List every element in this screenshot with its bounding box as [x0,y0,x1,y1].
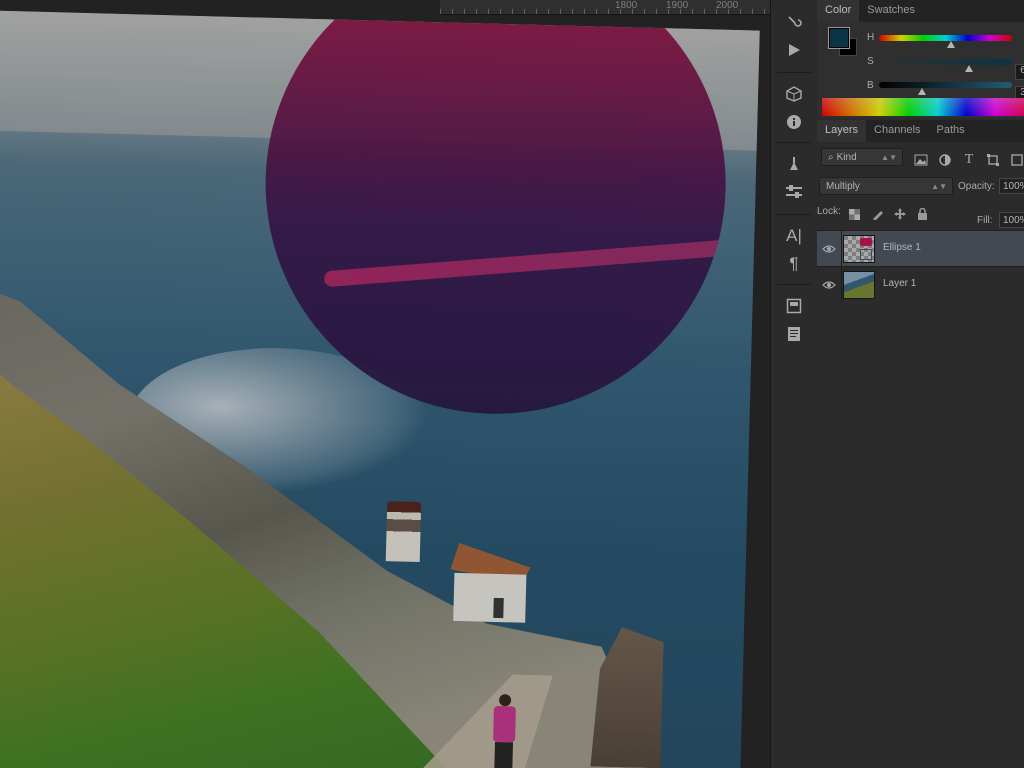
ellipse-streak [323,238,732,288]
toolbar-separator [777,142,811,143]
lock-image-icon[interactable] [871,207,885,221]
layer-name[interactable]: Ellipse 1 [883,242,921,253]
hue-slider-handle[interactable] [946,41,955,48]
visibility-eye-icon[interactable] [817,267,842,302]
layers-panel-tabs: Layers Channels Paths [817,120,1024,142]
smart-object-filter-icon[interactable] [1009,152,1024,168]
color-spectrum-ramp[interactable] [822,98,1024,116]
brush-presets-icon[interactable] [782,152,806,176]
document-canvas-area[interactable]: 1800 1900 2000 [0,0,770,768]
shape-filter-icon[interactable] [985,152,1001,168]
layer-thumbnail-photo[interactable] [843,271,875,299]
lock-position-icon[interactable] [893,207,907,221]
tab-color[interactable]: Color [817,0,860,22]
tab-layers[interactable]: Layers [817,120,867,142]
blend-mode-value: Multiply [826,180,860,192]
color-panel: Color Swatches H S 6 B 3 [817,0,1024,118]
layer-thumbnail-ellipse[interactable] [843,235,875,263]
house-wall [453,572,527,623]
fill-label: Fill: [977,215,993,226]
lighthouse [385,501,422,562]
fill-field[interactable]: 100% [999,212,1024,228]
hue-label: H [867,32,875,43]
history-brush-icon[interactable] [782,10,806,34]
foreground-color-swatch[interactable] [828,27,850,49]
opacity-field[interactable]: 100% [999,178,1024,194]
tab-swatches[interactable]: Swatches [859,0,923,22]
brightness-label: B [867,80,874,91]
hiker-body [493,705,516,743]
layer-row-ellipse-1[interactable]: Ellipse 1 [817,230,1024,266]
ruler-label: 1900 [666,0,689,11]
hiker-head [498,694,512,707]
character-icon[interactable]: A| [782,224,806,248]
ruler-label: 2000 [716,0,739,11]
layer-row-layer-1[interactable]: Layer 1 [817,266,1024,302]
house-door [493,597,504,619]
artboard-image[interactable] [0,10,760,768]
saturation-value[interactable]: 6 [1015,64,1024,80]
hiker [488,694,520,768]
ruler-label: 1800 [615,0,638,11]
notes-icon[interactable] [782,322,806,346]
filter-kind-value: Kind [836,151,857,163]
toolbar-separator [777,284,811,285]
visibility-eye-icon[interactable] [817,231,842,266]
brightness-slider-handle[interactable] [917,88,926,95]
color-panel-tabs: Color Swatches [817,0,1024,22]
layer-comps-icon[interactable] [782,294,806,318]
brightness-slider[interactable] [879,82,1012,88]
layers-panel: Layers Channels Paths ⌕ Kind ▲▼ T Multip… [817,120,1024,768]
type-filter-icon[interactable]: T [961,152,977,168]
filter-kind-dropdown[interactable]: ⌕ Kind ▲▼ [821,148,903,166]
hue-slider[interactable] [879,35,1012,41]
dropdown-caret-icon: ▲▼ [881,152,897,162]
dropdown-caret-icon: ▲▼ [931,181,947,191]
layer-name[interactable]: Layer 1 [883,278,916,289]
3d-cube-icon[interactable] [782,82,806,106]
lock-transparent-icon[interactable] [847,207,861,221]
search-icon: ⌕ [828,151,834,163]
right-panels: Color Swatches H S 6 B 3 Layers Channels… [817,0,1024,768]
tab-channels[interactable]: Channels [866,120,928,142]
lock-all-icon[interactable] [915,207,929,221]
blend-mode-dropdown[interactable]: Multiply ▲▼ [819,177,953,195]
play-icon[interactable] [782,38,806,62]
saturation-label: S [867,56,874,67]
house [449,543,531,625]
toolbar-separator [777,72,811,73]
horizontal-ruler[interactable]: 1800 1900 2000 [440,0,770,15]
hiker-legs [494,741,514,768]
adjustment-filter-icon[interactable] [937,152,953,168]
paragraph-icon[interactable]: ¶ [782,252,806,276]
opacity-label: Opacity: [958,181,995,192]
lock-label: Lock: [817,206,841,217]
saturation-slider-handle[interactable] [965,65,974,72]
toolbar-separator [777,214,811,215]
saturation-slider[interactable] [879,59,1012,65]
adjustments-icon[interactable] [782,180,806,204]
tab-paths[interactable]: Paths [929,120,973,142]
image-filter-icon[interactable] [913,152,929,168]
info-icon[interactable] [782,110,806,134]
ellipse-fill-swatch [860,238,872,246]
shape-layer-icon [860,249,872,260]
panel-toolbar-strip: A| ¶ [770,0,818,768]
